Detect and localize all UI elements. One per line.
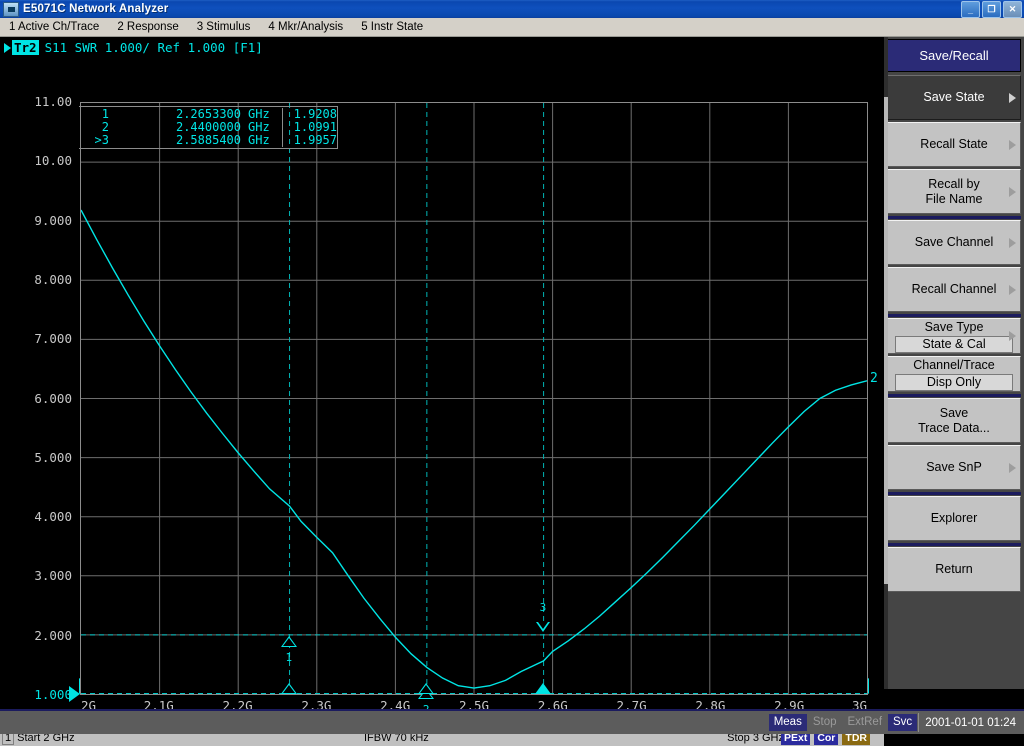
marker-frequency: 2.5885400 <box>109 134 243 147</box>
softkey-separator-5 <box>887 314 1021 317</box>
trace-end-label: 2 <box>870 371 878 386</box>
softkey-recall-state[interactable]: Recall State <box>887 122 1021 167</box>
softkey-label: Save Channel <box>915 235 994 250</box>
softkey-label: Save Type <box>925 320 984 335</box>
y-axis-tick-8: 3.000 <box>4 568 72 583</box>
chevron-right-icon <box>1009 463 1016 473</box>
marker-3-axis-flag-icon[interactable] <box>535 683 551 694</box>
y-axis-tick-1: 10.00 <box>4 153 72 168</box>
softkey-recall-by-file-name[interactable]: Recall byFile Name <box>887 169 1021 214</box>
window-controls: _ ❐ ✕ <box>961 1 1022 18</box>
softkey-save-type[interactable]: Save TypeState & Cal <box>887 318 1021 354</box>
softkey-value[interactable]: Disp Only <box>895 374 1013 391</box>
menu-bar: 1 Active Ch/Trace2 Response3 Stimulus4 M… <box>0 18 1024 37</box>
softkey-separator-7 <box>887 394 1021 397</box>
chevron-right-icon <box>1009 285 1016 295</box>
marker-unit: GHz <box>243 134 282 147</box>
taskbar: MeasStopExtRefSvc 2001-01-01 01:24 <box>0 709 1024 734</box>
marker-1-axis-flag-icon[interactable] <box>281 683 297 694</box>
menu-item-4[interactable]: 4 Mkr/Analysis <box>259 21 352 33</box>
title-bar: E5071C Network Analyzer _ ❐ ✕ <box>0 0 1024 18</box>
chevron-right-icon <box>1009 140 1016 150</box>
trace-settings-text: S11 SWR 1.000/ Ref 1.000 [F1] <box>45 40 263 55</box>
chevron-right-icon <box>1009 331 1016 341</box>
taskbar-svc-indicator[interactable]: Svc <box>888 714 917 731</box>
menu-item-1[interactable]: 1 Active Ch/Trace <box>0 21 108 33</box>
y-axis-tick-9: 2.000 <box>4 628 72 643</box>
softkey-separator-10 <box>887 543 1021 546</box>
instrument-display: Tr2 S11 SWR 1.000/ Ref 1.000 [F1] 11.00 1… <box>0 37 884 689</box>
softkey-label: Channel/Trace <box>913 358 995 373</box>
softkey-menu-title: Save/Recall <box>887 39 1021 72</box>
softkey-label: Save State <box>923 90 984 105</box>
menu-item-3[interactable]: 3 Stimulus <box>188 21 260 33</box>
softkey-label: Explorer <box>931 511 978 526</box>
trace-header[interactable]: Tr2 S11 SWR 1.000/ Ref 1.000 [F1] <box>4 40 263 55</box>
taskbar-clock: 2001-01-01 01:24 <box>918 713 1022 732</box>
softkey-recall-channel[interactable]: Recall Channel <box>887 267 1021 312</box>
taskbar-meas-indicator[interactable]: Meas <box>769 714 807 731</box>
active-trace-pointer-icon <box>4 43 11 53</box>
softkey-label: SaveTrace Data... <box>918 406 990 436</box>
trace-number-badge[interactable]: Tr2 <box>12 40 39 55</box>
marker-2-axis-flag-icon[interactable] <box>418 683 434 694</box>
softkey-return[interactable]: Return <box>887 547 1021 592</box>
softkey-save-channel[interactable]: Save Channel <box>887 220 1021 265</box>
menu-item-5[interactable]: 5 Instr State <box>352 21 432 33</box>
softkey-label: Recall byFile Name <box>926 177 983 207</box>
marker-1-trace-flag-icon[interactable] <box>281 636 297 647</box>
marker-value: 1.9957 <box>282 134 337 147</box>
marker-id: >3 <box>79 134 109 147</box>
analyzer-icon <box>3 2 19 17</box>
application-window: E5071C Network Analyzer _ ❐ ✕ 1 Active C… <box>0 0 1024 734</box>
softkey-panel: Save/Recall Save State Recall State Recall… <box>884 37 1024 689</box>
taskbar-buttons: MeasStopExtRefSvc <box>769 714 918 731</box>
y-axis-tick-10: 1.000 <box>4 687 72 702</box>
softkey-scrollbar[interactable] <box>884 37 888 689</box>
restore-button[interactable]: ❐ <box>982 1 1001 18</box>
y-axis-tick-7: 4.000 <box>4 509 72 524</box>
softkey-label: Save SnP <box>926 460 982 475</box>
y-axis-tick-2: 9.000 <box>4 213 72 228</box>
softkey-label: Return <box>935 562 973 577</box>
chevron-right-icon <box>1009 93 1016 103</box>
softkey-save-state[interactable]: Save State <box>887 75 1021 120</box>
softkey-value[interactable]: State & Cal <box>895 336 1013 353</box>
y-axis-tick-4: 7.000 <box>4 331 72 346</box>
marker-1-label: 1 <box>286 651 293 664</box>
y-axis-tick-3: 8.000 <box>4 272 72 287</box>
window-title: E5071C Network Analyzer <box>23 3 168 15</box>
softkey-explorer[interactable]: Explorer <box>887 496 1021 541</box>
softkey-save-snp[interactable]: Save SnP <box>887 445 1021 490</box>
marker-3-trace-flag-icon[interactable] <box>536 622 550 632</box>
softkey-separator-9 <box>887 492 1021 495</box>
softkey-label: Recall State <box>920 137 987 152</box>
marker-row-3[interactable]: >32.5885400GHz1.9957 <box>79 134 337 147</box>
chevron-right-icon <box>1009 238 1016 248</box>
menu-item-2[interactable]: 2 Response <box>108 21 187 33</box>
softkey-save-trace-data[interactable]: SaveTrace Data... <box>887 398 1021 443</box>
softkey-label: Recall Channel <box>912 282 997 297</box>
y-axis-tick-5: 6.000 <box>4 391 72 406</box>
softkey-separator-3 <box>887 216 1021 219</box>
y-axis-tick-6: 5.000 <box>4 450 72 465</box>
taskbar-stop-indicator[interactable]: Stop <box>808 714 842 731</box>
minimize-button[interactable]: _ <box>961 1 980 18</box>
close-button[interactable]: ✕ <box>1003 1 1022 18</box>
marker-readout-table[interactable]: 12.2653300GHz1.920822.4400000GHz1.0991>3… <box>79 106 338 149</box>
marker-3-label: 3 <box>540 601 547 614</box>
softkey-channel-trace[interactable]: Channel/TraceDisp Only <box>887 356 1021 392</box>
trace-plot <box>81 103 867 694</box>
chevron-right-icon <box>1009 187 1016 197</box>
y-axis-tick-0: 11.00 <box>4 94 72 109</box>
graph-area[interactable] <box>80 102 868 695</box>
taskbar-extref-indicator[interactable]: ExtRef <box>843 714 888 731</box>
